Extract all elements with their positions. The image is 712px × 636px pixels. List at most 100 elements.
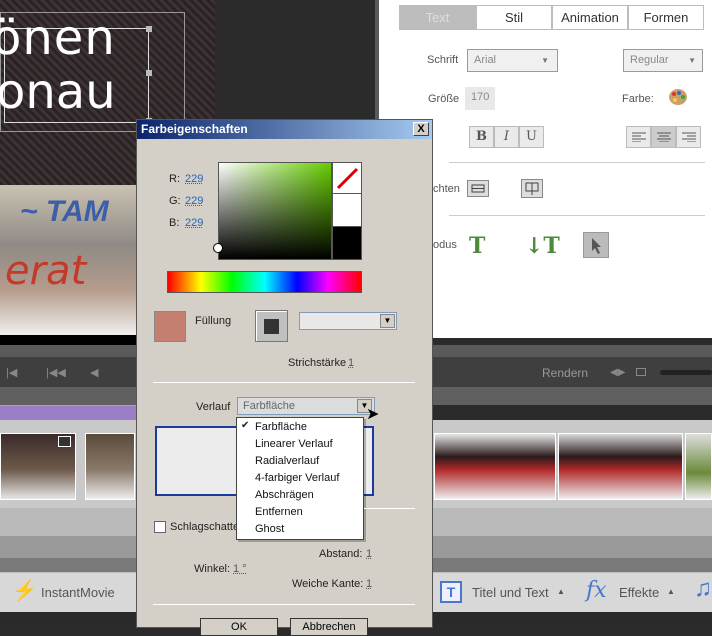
vertical-text-icon[interactable]: ↓T — [525, 233, 560, 259]
resize-handle[interactable] — [146, 70, 152, 76]
align-center-button[interactable] — [651, 126, 676, 148]
chevron-down-icon: ▼ — [380, 314, 395, 328]
distance-label: Abstand: — [319, 548, 363, 560]
clip-thumbnail[interactable] — [434, 433, 556, 500]
menu-item[interactable]: 4-farbiger Verlauf — [255, 470, 339, 487]
partial-label: chten — [433, 183, 460, 195]
underline-button[interactable]: U — [519, 126, 544, 148]
b-value[interactable]: 229 — [185, 217, 203, 229]
color-palette-icon[interactable] — [668, 88, 688, 106]
hue-slider[interactable] — [167, 271, 362, 293]
stroke-swatch-inner — [264, 319, 279, 334]
menu-item[interactable]: Abschrägen — [255, 487, 314, 504]
graffiti-mark: erat — [5, 248, 87, 294]
leading-icon[interactable] — [467, 180, 489, 197]
divider — [449, 215, 705, 216]
font-value: Arial — [474, 54, 497, 66]
gradient-label: Verlauf — [196, 401, 231, 413]
instantmovie-button[interactable]: InstantMovie — [41, 585, 115, 600]
stroke-color-swatch[interactable] — [255, 310, 288, 342]
menu-item[interactable]: Entfernen — [255, 504, 303, 521]
align-right-button[interactable] — [676, 126, 701, 148]
gradient-dropdown-menu: ✔ Farbfläche Linearer Verlauf Radialverl… — [236, 417, 364, 540]
clip-thumbnail[interactable] — [685, 433, 712, 500]
tab-style[interactable]: Stil — [476, 5, 552, 30]
ok-button[interactable]: OK — [200, 618, 278, 636]
chevron-down-icon: ▼ — [688, 56, 696, 65]
resize-handle[interactable] — [146, 26, 152, 32]
zoom-icon[interactable]: ◀▶ — [610, 367, 625, 378]
previous-frame-icon[interactable]: ◀ — [90, 366, 98, 379]
close-button[interactable]: X — [413, 122, 429, 136]
chevron-up-icon: ▲ — [667, 587, 675, 596]
distance-value[interactable]: 1 — [366, 548, 372, 560]
size-label: Größe — [428, 93, 460, 105]
menu-item[interactable]: Linearer Verlauf — [255, 436, 333, 453]
kerning-icon[interactable] — [521, 179, 543, 198]
menu-item[interactable]: Radialverlauf — [255, 453, 319, 470]
fill-label: Füllung — [195, 315, 232, 327]
rewind-icon[interactable]: |◀ — [6, 366, 17, 379]
font-style-dropdown[interactable]: Regular ▼ — [623, 49, 703, 72]
picker-cursor[interactable] — [213, 243, 223, 253]
no-color-icon[interactable] — [332, 162, 362, 194]
divider — [449, 162, 705, 163]
horizontal-text-icon[interactable]: T — [469, 233, 485, 259]
color-label: Farbe: — [622, 93, 654, 105]
stroke-width-label: Strichstärke — [288, 357, 347, 369]
g-label: G: — [169, 195, 181, 207]
divider — [364, 508, 415, 509]
lightning-icon[interactable]: ⚡ — [12, 578, 37, 603]
angle-value[interactable]: 1 ° — [233, 563, 247, 575]
menu-item[interactable]: Farbfläche — [255, 419, 307, 436]
clip-thumbnail[interactable] — [85, 433, 135, 500]
step-back-icon[interactable]: |◀◀ — [46, 366, 66, 379]
align-left-button[interactable] — [626, 126, 651, 148]
tab-shapes[interactable]: Formen — [628, 5, 704, 30]
angle-label: Winkel: — [194, 563, 231, 575]
font-dropdown[interactable]: Arial ▼ — [467, 49, 558, 72]
black-swatch[interactable] — [332, 227, 362, 260]
white-swatch[interactable] — [332, 194, 362, 227]
titles-icon[interactable]: T — [440, 581, 462, 603]
title-text-line-2[interactable]: onau — [0, 68, 116, 116]
shadow-checkbox[interactable] — [154, 521, 166, 533]
fit-icon[interactable] — [636, 368, 646, 376]
saturation-value-picker[interactable] — [218, 162, 332, 260]
font-label: Schrift — [427, 54, 459, 66]
title-clip[interactable] — [0, 405, 136, 420]
music-icon[interactable]: ♫ — [694, 575, 712, 603]
softness-value[interactable]: 1 — [366, 578, 372, 590]
tab-text[interactable]: Text — [399, 5, 476, 30]
zoom-slider[interactable] — [660, 370, 712, 375]
effects-button[interactable]: Effekte — [619, 585, 659, 600]
r-value[interactable]: 229 — [185, 173, 203, 185]
selection-tool-icon[interactable] — [583, 232, 609, 258]
fill-color-swatch[interactable] — [154, 311, 186, 342]
softness-label: Weiche Kante: — [292, 578, 364, 590]
tab-animation[interactable]: Animation — [552, 5, 628, 30]
clip-thumbnail[interactable] — [558, 433, 683, 500]
stroke-width-value[interactable]: 1 — [348, 357, 354, 369]
gradient-dropdown[interactable]: Farbfläche ▼ — [237, 397, 375, 415]
divider — [153, 382, 415, 383]
titles-button[interactable]: Titel und Text — [472, 585, 549, 600]
gradient-value: Farbfläche — [243, 400, 295, 412]
bold-button[interactable]: B — [469, 126, 494, 148]
divider — [153, 604, 415, 605]
mouse-cursor-icon: ➤ — [366, 406, 380, 423]
chevron-up-icon: ▲ — [557, 587, 565, 596]
clip-link-icon — [58, 436, 71, 447]
render-button[interactable]: Rendern — [542, 366, 588, 380]
dialog-title[interactable]: Farbeigenschaften — [137, 120, 432, 139]
menu-item[interactable]: Ghost — [255, 521, 284, 538]
fx-icon[interactable]: fx — [586, 578, 607, 603]
italic-button[interactable]: I — [494, 126, 519, 148]
cancel-button[interactable]: Abbrechen — [290, 618, 368, 636]
font-size-input[interactable]: 170 — [465, 87, 495, 110]
stroke-style-dropdown[interactable]: ▼ — [299, 312, 397, 330]
title-text-line-1[interactable]: önen — [0, 14, 116, 62]
r-label: R: — [169, 173, 180, 185]
font-style-value: Regular — [630, 54, 669, 66]
g-value[interactable]: 229 — [185, 195, 203, 207]
